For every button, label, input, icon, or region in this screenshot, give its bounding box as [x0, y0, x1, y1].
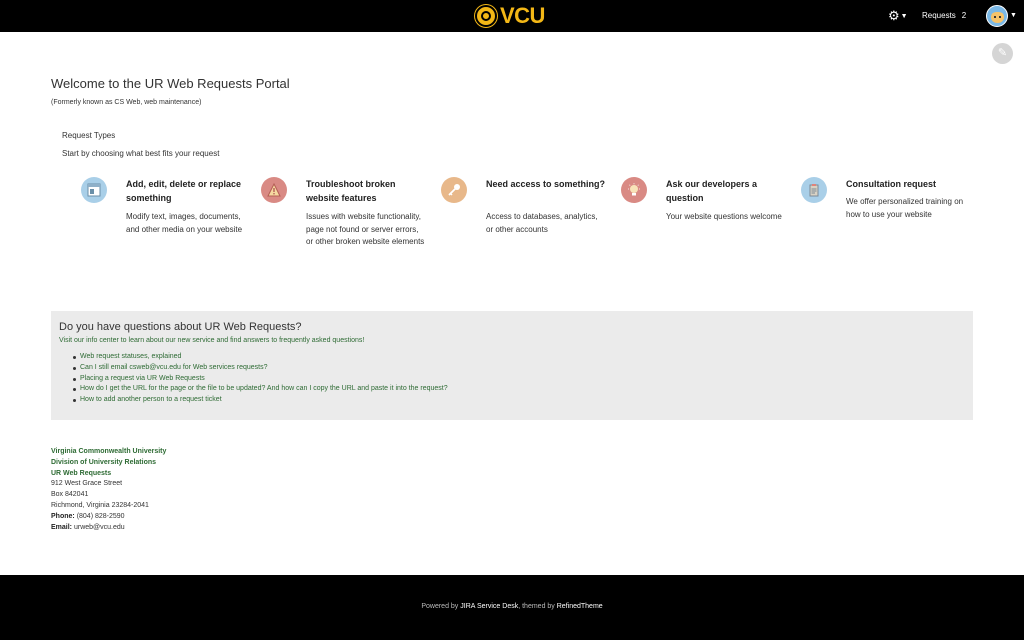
faq-panel: Do you have questions about UR Web Reque…	[51, 311, 973, 420]
street-address: 912 West Grace Street	[51, 480, 123, 488]
edit-pencil-button[interactable]: ✎	[992, 43, 1013, 64]
page-title: Welcome to the UR Web Requests Portal	[51, 76, 290, 91]
powered-prefix: Powered by	[421, 603, 459, 610]
warning-icon	[261, 177, 287, 203]
requests-label: Requests	[922, 11, 956, 20]
email-address: urweb@vcu.edu	[73, 523, 125, 531]
org-link-vcu[interactable]: Virginia Commonwealth University	[51, 447, 166, 458]
top-navigation-bar: VCU ⚙▼ Requests 2 ▼	[0, 0, 1024, 32]
user-avatar[interactable]	[986, 5, 1008, 27]
phone-label: Phone:	[51, 512, 75, 520]
contact-info: Virginia Commonwealth University Divisio…	[51, 447, 166, 533]
key-icon	[441, 177, 467, 203]
vcu-logo[interactable]: VCU	[475, 4, 545, 28]
faq-link[interactable]: Placing a request via UR Web Requests	[73, 374, 448, 385]
request-type-title: Add, edit, delete or replace something	[126, 179, 242, 203]
clipboard-icon	[801, 177, 827, 203]
faq-link[interactable]: How to add another person to a request t…	[73, 395, 448, 406]
phone-number: (804) 828-2590	[76, 512, 125, 520]
themed-by-text: , themed by	[518, 603, 555, 610]
document-icon	[81, 177, 107, 203]
logo-text: VCU	[500, 3, 545, 28]
settings-menu[interactable]: ⚙▼	[888, 9, 908, 23]
request-types-heading: Request Types	[62, 131, 116, 140]
email-line: Email: urweb@vcu.edu	[51, 523, 166, 534]
request-type-description: Issues with website functionality, page …	[306, 212, 425, 246]
gear-icon: ⚙	[888, 8, 900, 23]
request-type-title: Ask our developers a question	[666, 179, 758, 203]
org-link-division[interactable]: Division of University Relations	[51, 458, 166, 469]
university-seal-icon	[475, 5, 497, 27]
box-address: Box 842041	[51, 491, 89, 499]
request-type-title: Troubleshoot broken website features	[306, 179, 396, 203]
request-type-description: We offer personalized training on how to…	[846, 197, 964, 219]
org-link-urweb[interactable]: UR Web Requests	[51, 469, 166, 480]
lightbulb-icon	[621, 177, 647, 203]
request-type-description: Your website questions welcome	[666, 212, 782, 221]
faq-link-list: Web request statuses, explained Can I st…	[73, 352, 448, 406]
faq-link[interactable]: Can I still email csweb@vcu.edu for Web …	[73, 363, 448, 374]
jira-link[interactable]: JIRA Service Desk	[460, 603, 518, 610]
requests-link[interactable]: Requests 2	[922, 10, 966, 22]
powered-by-text: Powered by JIRA Service Desk, themed by …	[0, 602, 1024, 612]
request-type-title: Consultation request	[846, 179, 937, 189]
request-type-title: Need access to something?	[486, 179, 606, 189]
faq-intro-link[interactable]: Visit our info center to learn about our…	[59, 336, 364, 345]
pencil-icon: ✎	[997, 47, 1008, 59]
faq-link[interactable]: Web request statuses, explained	[73, 352, 448, 363]
requests-count: 2	[961, 11, 967, 20]
chevron-down-icon[interactable]: ▼	[1010, 12, 1017, 19]
faq-title: Do you have questions about UR Web Reque…	[59, 321, 302, 333]
page-subtitle: (Formerly known as CS Web, web maintenan…	[51, 99, 202, 106]
city-address: Richmond, Virginia 23284-2041	[51, 501, 149, 509]
request-type-description: Access to databases, analytics, or other…	[486, 212, 598, 234]
chevron-down-icon: ▼	[900, 12, 908, 20]
refinedtheme-link[interactable]: RefinedTheme	[557, 603, 603, 610]
faq-link[interactable]: How do I get the URL for the page or the…	[73, 384, 448, 395]
email-label: Email:	[51, 523, 73, 531]
request-types-hint: Start by choosing what best fits your re…	[62, 149, 220, 158]
phone-line: Phone: (804) 828-2590	[51, 512, 166, 523]
request-type-description: Modify text, images, documents, and othe…	[126, 212, 243, 234]
